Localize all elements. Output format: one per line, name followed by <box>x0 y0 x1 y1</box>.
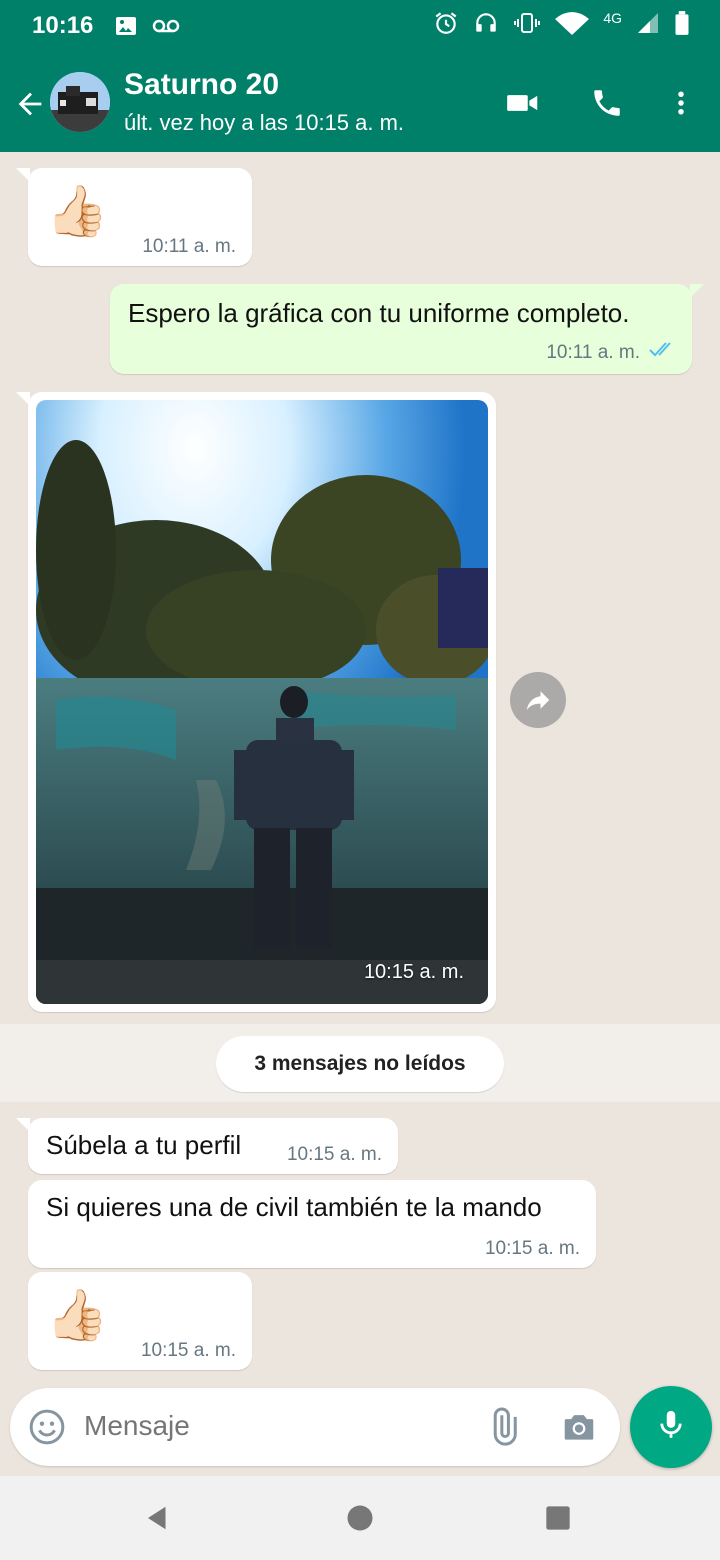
camera-icon[interactable] <box>556 1404 602 1450</box>
message-text: Súbela a tu perfil <box>46 1130 242 1160</box>
chat-area[interactable]: 👍🏻 10:11 a. m. Espero la gráfica con tu … <box>0 152 720 1388</box>
message-input-bar <box>10 1388 620 1466</box>
incoming-message[interactable]: 👍🏻 10:15 a. m. <box>28 1272 252 1370</box>
incoming-message[interactable]: 👍🏻 10:11 a. m. <box>16 168 252 266</box>
unread-banner: 3 mensajes no leídos <box>0 1024 720 1102</box>
incoming-message[interactable]: Súbela a tu perfil 10:15 a. m. <box>16 1118 398 1174</box>
status-bar: 10:16 4G <box>0 0 720 54</box>
mic-button[interactable] <box>630 1386 712 1468</box>
message-time: 10:11 a. m. <box>142 236 236 257</box>
network-type: 4G <box>603 9 622 26</box>
back-arrow-icon[interactable] <box>8 82 52 126</box>
image-icon <box>114 14 138 43</box>
video-call-icon[interactable] <box>498 78 548 128</box>
forward-icon[interactable] <box>510 672 566 728</box>
message-text: Espero la gráfica con tu uniforme comple… <box>128 298 630 328</box>
nav-recents-icon[interactable] <box>538 1498 578 1538</box>
system-nav-bar <box>0 1476 720 1560</box>
attach-icon[interactable] <box>480 1404 526 1450</box>
message-time: 10:15 a. m. <box>140 1340 236 1361</box>
incoming-message[interactable]: Si quieres una de civil también te la ma… <box>28 1180 596 1268</box>
message-time: 10:11 a. m. <box>546 342 640 363</box>
message-input[interactable] <box>84 1410 464 1442</box>
wifi-icon <box>555 10 590 41</box>
outgoing-message[interactable]: Espero la gráfica con tu uniforme comple… <box>110 284 704 374</box>
signal-icon <box>636 11 660 40</box>
message-time: 10:15 a. m. <box>363 961 464 983</box>
avatar[interactable] <box>50 72 110 132</box>
mic-icon <box>654 1408 688 1447</box>
incoming-image-message[interactable]: 10:15 a. m. <box>16 392 496 1012</box>
message-text: Si quieres una de civil también te la ma… <box>46 1192 542 1222</box>
alarm-icon <box>433 10 459 41</box>
emoji-icon[interactable] <box>24 1404 70 1450</box>
headset-icon <box>473 10 499 41</box>
contact-name[interactable]: Saturno 20 <box>124 68 279 102</box>
message-time: 10:15 a. m. <box>286 1144 382 1165</box>
nav-back-icon[interactable] <box>138 1498 178 1538</box>
nav-home-icon[interactable] <box>340 1498 380 1538</box>
last-seen-status: últ. vez hoy a las 10:15 a. m. <box>124 110 405 135</box>
chat-header: Saturno 20 últ. vez hoy a las 10:15 a. m… <box>0 54 720 152</box>
voicemail-icon <box>152 14 180 43</box>
thumbs-up-emoji: 👍🏻 <box>46 183 109 239</box>
thumbs-up-emoji: 👍🏻 <box>46 1287 109 1343</box>
double-check-icon <box>648 339 678 364</box>
more-vert-icon[interactable] <box>656 78 706 128</box>
battery-icon <box>674 10 690 41</box>
vibrate-icon <box>513 10 541 41</box>
message-photo[interactable]: 10:15 a. m. <box>36 400 488 1004</box>
phone-icon[interactable] <box>582 78 632 128</box>
message-time: 10:15 a. m. <box>484 1238 580 1259</box>
status-time: 10:16 <box>32 12 94 39</box>
unread-count-label: 3 mensajes no leídos <box>216 1036 504 1092</box>
